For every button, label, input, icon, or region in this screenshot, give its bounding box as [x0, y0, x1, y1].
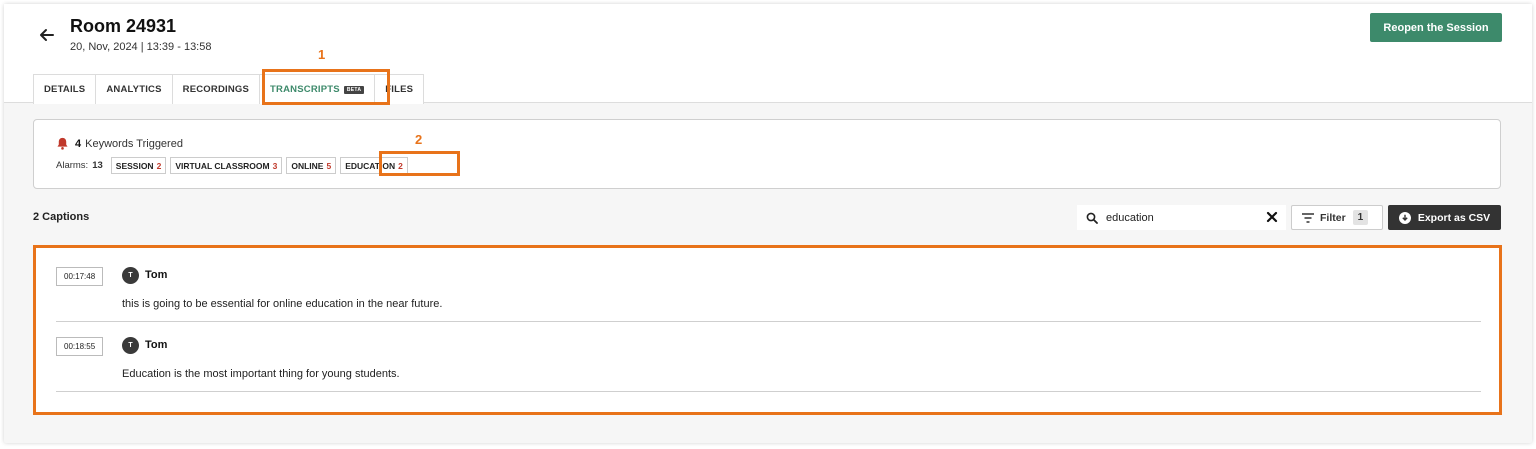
chip-label: SESSION [115, 160, 154, 171]
speaker-name: Tom [145, 339, 168, 351]
export-csv-button[interactable]: Export as CSV [1388, 205, 1501, 230]
caption-timestamp[interactable]: 00:17:48 [56, 267, 104, 286]
clear-search-icon[interactable] [1266, 211, 1278, 223]
download-icon [1398, 211, 1411, 224]
filter-icon [1302, 212, 1314, 223]
keyword-chip-session[interactable]: SESSION 2 [110, 157, 167, 174]
caption-item: 00:18:55 T Tom Education is the most imp… [56, 322, 1481, 392]
tab-label: DETAILS [44, 84, 86, 95]
caption-item: 00:17:48 T Tom this is going to be essen… [56, 252, 1481, 322]
reopen-session-button[interactable]: Reopen the Session [1370, 13, 1502, 42]
annotation-number-2: 2 [415, 132, 423, 147]
bell-icon [57, 137, 68, 150]
search-icon [1086, 212, 1098, 224]
session-header: Room 24931 20, Nov, 2024 | 13:39 - 13:58… [4, 4, 1532, 104]
page: Room 24931 20, Nov, 2024 | 13:39 - 13:58… [4, 4, 1532, 443]
chip-count: 3 [272, 160, 278, 171]
alarms-row: Alarms: 13 SESSION 2 VIRTUAL CLASSROOM 3 O… [56, 157, 412, 174]
chip-label: VIRTUAL CLASSROOM [175, 160, 270, 171]
keyword-chip-virtual-classroom[interactable]: VIRTUAL CLASSROOM 3 [170, 157, 283, 174]
filter-label: Filter [1320, 211, 1346, 224]
chip-label: ONLINE [291, 160, 324, 171]
annotation-box-education-chip [379, 151, 460, 176]
keywords-count: 4 [75, 137, 82, 150]
speaker-name: Tom [145, 269, 168, 281]
tab-label: ANALYTICS [106, 84, 162, 95]
chip-count: 5 [326, 160, 332, 171]
avatar: T [122, 337, 139, 354]
captions-list: 00:17:48 T Tom this is going to be essen… [33, 245, 1502, 415]
keywords-label: Keywords Triggered [85, 137, 183, 150]
avatar: T [122, 267, 139, 284]
search-field [1077, 205, 1286, 230]
back-arrow-icon[interactable] [38, 26, 56, 44]
filter-button[interactable]: Filter 1 [1291, 205, 1383, 230]
annotation-box-transcripts-tab [262, 69, 390, 105]
search-input[interactable] [1106, 211, 1266, 224]
caption-text: Education is the most important thing fo… [122, 368, 400, 380]
filter-count-badge: 1 [1352, 210, 1369, 225]
session-date: 20, Nov, 2024 | 13:39 - 13:58 [70, 41, 212, 53]
annotation-number-1: 1 [318, 47, 326, 62]
alarms-label: Alarms: [56, 160, 89, 171]
keyword-chip-online[interactable]: ONLINE 5 [286, 157, 337, 174]
caption-timestamp[interactable]: 00:18:55 [56, 337, 104, 356]
caption-text: this is going to be essential for online… [122, 298, 443, 310]
captions-count-title: 2 Captions [33, 211, 90, 223]
alarms-count: 13 [92, 160, 103, 171]
export-label: Export as CSV [1417, 211, 1491, 224]
tab-recordings[interactable]: RECORDINGS [171, 74, 260, 104]
keywords-summary: 4 Keywords Triggered [56, 137, 183, 150]
keywords-panel: 4 Keywords Triggered Alarms: 13 SESSION 2… [33, 119, 1501, 189]
tab-details[interactable]: DETAILS [33, 74, 96, 104]
tab-label: RECORDINGS [182, 84, 250, 95]
page-title: Room 24931 [70, 16, 177, 36]
chip-count: 2 [156, 160, 162, 171]
tab-analytics[interactable]: ANALYTICS [95, 74, 172, 104]
